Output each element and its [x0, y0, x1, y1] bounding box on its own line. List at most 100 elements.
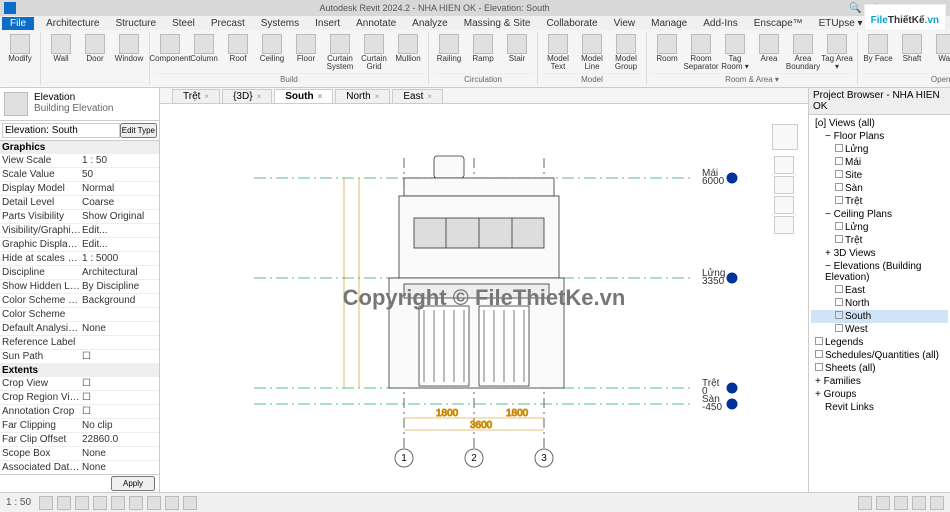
prop-row[interactable]: Far Clip Offset22860.0	[0, 433, 159, 447]
view-tab-south[interactable]: South×	[274, 89, 333, 103]
prop-row[interactable]: DisciplineArchitectural	[0, 266, 159, 280]
prop-row[interactable]: Parts VisibilityShow Original	[0, 210, 159, 224]
ribbon-curtainsystem-button[interactable]: Curtain System	[324, 32, 356, 71]
ribbon-column-button[interactable]: Column	[188, 32, 220, 63]
menu-structure[interactable]: Structure	[111, 18, 160, 29]
drawing-viewport[interactable]: 1 2 3 Mái6000 Lửng3350 Trệt0 Sàn-450	[160, 104, 808, 492]
ribbon-tagroom-button[interactable]: Tag Room ▾	[719, 32, 751, 71]
browser-node[interactable]: Revit Links	[811, 401, 948, 414]
scale-display[interactable]: 1 : 50	[6, 497, 31, 508]
close-tab-icon[interactable]: ×	[427, 92, 432, 101]
prop-row[interactable]: Visibility/Graphics Overrid..Edit...	[0, 224, 159, 238]
menu-manage[interactable]: Manage	[647, 18, 691, 29]
prop-row[interactable]: Crop View☐	[0, 377, 159, 391]
prop-row[interactable]: Hide at scales coarser than1 : 5000	[0, 252, 159, 266]
menu-systems[interactable]: Systems	[257, 18, 303, 29]
ribbon-stair-button[interactable]: Stair	[501, 32, 533, 63]
view-control-bar[interactable]	[39, 496, 197, 510]
menu-analyze[interactable]: Analyze	[408, 18, 452, 29]
ribbon-modelgroup-button[interactable]: Model Group	[610, 32, 642, 71]
status-icons-right[interactable]	[858, 496, 944, 510]
ribbon-modeltext-button[interactable]: Model Text	[542, 32, 574, 71]
menu-view[interactable]: View	[610, 18, 640, 29]
browser-node[interactable]: [o] Views (all)	[811, 117, 948, 130]
nav-bar[interactable]	[774, 156, 796, 236]
prop-row[interactable]: Associated DatumNone	[0, 461, 159, 474]
browser-node[interactable]: Sheets (all)	[811, 362, 948, 375]
ribbon-modelline-button[interactable]: Model Line	[576, 32, 608, 71]
browser-node[interactable]: Trệt	[811, 234, 948, 247]
prop-row[interactable]: Display ModelNormal	[0, 182, 159, 196]
browser-node[interactable]: − Elevations (Building Elevation)	[811, 260, 948, 284]
ribbon-component-button[interactable]: Component	[154, 32, 186, 63]
prop-row[interactable]: Detail LevelCoarse	[0, 196, 159, 210]
ribbon-roomseparator-button[interactable]: Room Separator	[685, 32, 717, 71]
browser-node[interactable]: + Groups	[811, 388, 948, 401]
menu-enscape[interactable]: Enscape™	[750, 18, 807, 29]
menu-insert[interactable]: Insert	[311, 18, 344, 29]
browser-node[interactable]: Legends	[811, 336, 948, 349]
close-tab-icon[interactable]: ×	[375, 92, 380, 101]
search-icon[interactable]: 🔍	[849, 3, 861, 14]
ribbon-area-button[interactable]: Area	[753, 32, 785, 63]
ribbon-ceiling-button[interactable]: Ceiling	[256, 32, 288, 63]
browser-node[interactable]: Trệt	[811, 195, 948, 208]
view-tab-trt[interactable]: Trệt×	[172, 89, 220, 103]
ribbon-mullion-button[interactable]: Mullion	[392, 32, 424, 63]
ribbon-wall-button[interactable]: Wall	[45, 32, 77, 63]
ribbon-ramp-button[interactable]: Ramp	[467, 32, 499, 63]
browser-node[interactable]: Site	[811, 169, 948, 182]
menu-etupse[interactable]: ETUpse ▾	[815, 18, 867, 29]
prop-row[interactable]: View Scale1 : 50	[0, 154, 159, 168]
ribbon-door-button[interactable]: Door	[79, 32, 111, 63]
browser-node[interactable]: East	[811, 284, 948, 297]
ribbon-tagarea-button[interactable]: Tag Area ▾	[821, 32, 853, 71]
prop-row[interactable]: Graphic Display OptionsEdit...	[0, 238, 159, 252]
ribbon-curtaingrid-button[interactable]: Curtain Grid	[358, 32, 390, 71]
view-cube[interactable]	[772, 124, 798, 150]
browser-node[interactable]: Schedules/Quantities (all)	[811, 349, 948, 362]
close-tab-icon[interactable]: ×	[318, 92, 323, 101]
prop-row[interactable]: Color Scheme LocationBackground	[0, 294, 159, 308]
prop-row[interactable]: Annotation Crop☐	[0, 405, 159, 419]
prop-row[interactable]: Far ClippingNo clip	[0, 419, 159, 433]
menu-annotate[interactable]: Annotate	[352, 18, 400, 29]
browser-node[interactable]: Mái	[811, 156, 948, 169]
ribbon-modify-button[interactable]: Modify	[4, 32, 36, 63]
browser-node[interactable]: − Ceiling Plans	[811, 208, 948, 221]
browser-node[interactable]: Lửng	[811, 143, 948, 156]
apply-button[interactable]: Apply	[111, 476, 155, 491]
ribbon-wall-button[interactable]: Wall	[930, 32, 950, 63]
ribbon-floor-button[interactable]: Floor	[290, 32, 322, 63]
menu-addins[interactable]: Add-Ins	[699, 18, 741, 29]
menu-architecture[interactable]: Architecture	[42, 18, 103, 29]
browser-node[interactable]: North	[811, 297, 948, 310]
browser-node[interactable]: + 3D Views	[811, 247, 948, 260]
view-tab-east[interactable]: East×	[392, 89, 443, 103]
prop-row[interactable]: Scale Value50	[0, 168, 159, 182]
prop-row[interactable]: Reference Label	[0, 336, 159, 350]
browser-node[interactable]: Lửng	[811, 221, 948, 234]
view-tab-north[interactable]: North×	[335, 89, 390, 103]
prop-row[interactable]: Sun Path☐	[0, 350, 159, 364]
ribbon-shaft-button[interactable]: Shaft	[896, 32, 928, 63]
edit-type-button[interactable]: Edit Type	[120, 123, 157, 138]
ribbon-railing-button[interactable]: Railing	[433, 32, 465, 63]
browser-node[interactable]: − Floor Plans	[811, 130, 948, 143]
ribbon-window-button[interactable]: Window	[113, 32, 145, 63]
prop-row[interactable]: Show Hidden LinesBy Discipline	[0, 280, 159, 294]
type-selector[interactable]: Elevation: South	[2, 123, 120, 138]
menu-collaborate[interactable]: Collaborate	[542, 18, 601, 29]
prop-row[interactable]: Color Scheme	[0, 308, 159, 322]
browser-node[interactable]: South	[811, 310, 948, 323]
prop-row[interactable]: Default Analysis Display S..None	[0, 322, 159, 336]
ribbon-roof-button[interactable]: Roof	[222, 32, 254, 63]
ribbon-byface-button[interactable]: By Face	[862, 32, 894, 63]
browser-node[interactable]: Sàn	[811, 182, 948, 195]
browser-node[interactable]: + Families	[811, 375, 948, 388]
menu-massingsite[interactable]: Massing & Site	[460, 18, 535, 29]
ribbon-room-button[interactable]: Room	[651, 32, 683, 63]
ribbon-areaboundary-button[interactable]: Area Boundary	[787, 32, 819, 71]
view-tab-3d[interactable]: {3D}×	[222, 89, 272, 103]
close-tab-icon[interactable]: ×	[204, 92, 209, 101]
